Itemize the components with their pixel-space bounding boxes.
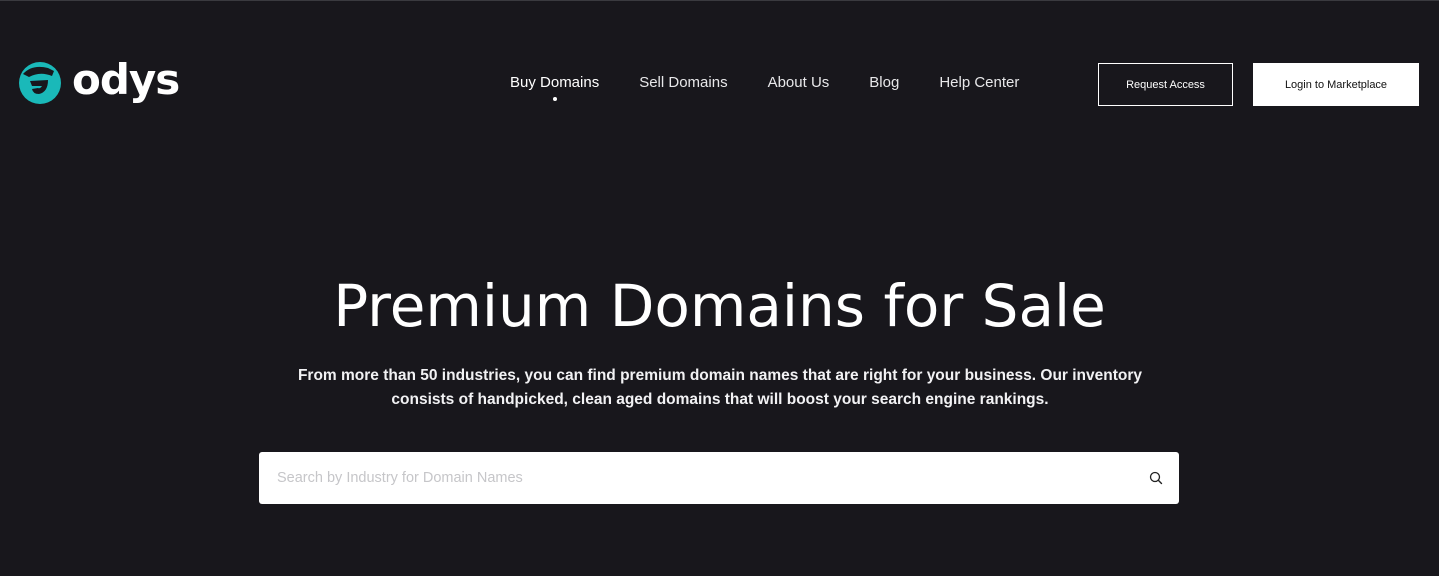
login-to-marketplace-button[interactable]: Login to Marketplace: [1253, 63, 1419, 106]
hero-subtitle: From more than 50 industries, you can fi…: [297, 367, 1143, 408]
nav-item-help-center[interactable]: Help Center: [939, 73, 1019, 93]
nav-item-about-us[interactable]: About Us: [768, 73, 830, 93]
brand-name: odys: [72, 55, 180, 104]
active-indicator: [552, 97, 557, 101]
main-nav: Buy Domains Sell Domains About Us Blog H…: [510, 73, 1019, 101]
nav-item-label: Blog: [869, 74, 900, 91]
nav-item-label: Buy Domains: [510, 74, 600, 91]
nav-item-label: Help Center: [939, 74, 1020, 91]
nav-item-blog[interactable]: Blog: [869, 73, 899, 93]
search-input[interactable]: [259, 452, 1133, 504]
nav-item-label: About Us: [767, 74, 830, 91]
odys-logo-icon: [19, 62, 61, 104]
domain-search-bar: [259, 452, 1179, 504]
nav-item-sell-domains[interactable]: Sell Domains: [639, 73, 727, 93]
nav-item-buy-domains[interactable]: Buy Domains: [510, 73, 600, 101]
brand-logo[interactable]: odys: [18, 55, 180, 105]
request-access-button[interactable]: Request Access: [1098, 63, 1233, 106]
hero-title: Premium Domains for Sale: [333, 272, 1106, 340]
search-icon: [1149, 471, 1163, 485]
nav-item-label: Sell Domains: [639, 74, 728, 91]
page: odys Buy Domains Sell Domains About Us B…: [0, 0, 1439, 576]
search-button[interactable]: [1133, 452, 1179, 504]
